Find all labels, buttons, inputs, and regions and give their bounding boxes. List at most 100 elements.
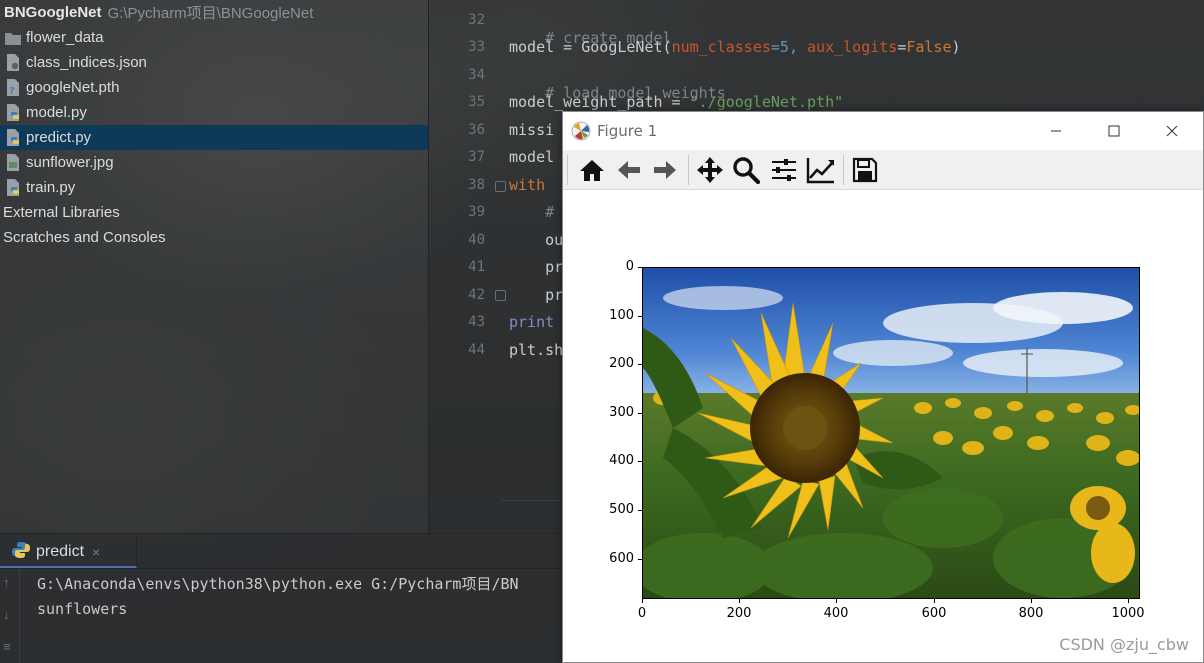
code-line-41[interactable]: pr [509,258,563,276]
close-window-button[interactable] [1143,112,1201,150]
tree-item-flower-data[interactable]: flower_data [0,25,428,50]
run-tab-predict[interactable]: predict × [0,538,137,568]
ytick-label: 100 [609,308,634,323]
ytick-mark [638,461,642,462]
project-path: G:\Pycharm项目\BNGoogleNet [107,5,314,22]
close-icon[interactable]: × [92,544,100,560]
code-text: model [509,148,555,166]
tree-item-label: class_indices.json [26,54,147,71]
code-line-33[interactable]: model = GoogLeNet(num_classes=5, aux_log… [509,38,961,56]
tree-item-class-indices[interactable]: class_indices.json [0,50,428,75]
code-line-42[interactable]: pr [509,286,563,304]
minimize-button[interactable] [1027,112,1085,150]
json-file-icon [4,54,22,72]
figure-titlebar[interactable]: Figure 1 [563,112,1203,150]
fold-marker-icon[interactable] [495,290,506,301]
ytick-label: 500 [609,502,634,517]
code-line-37[interactable]: model [509,148,554,166]
ytick-mark [638,316,642,317]
tree-item-sunflower-jpg[interactable]: sunflower.jpg [0,150,428,175]
pan-button[interactable] [693,153,727,187]
tree-item-scratches[interactable]: Scratches and Consoles [0,225,428,250]
line-number: 37 [468,149,485,165]
toolbar-separator [843,155,844,185]
line-number: 39 [468,204,485,220]
console-output-line: G:\Anaconda\envs\python38\python.exe G:/… [37,575,519,593]
figure-window[interactable]: Figure 1 0 100 200 300 400 500 600 0 200… [562,111,1204,663]
maximize-button[interactable] [1085,112,1143,150]
line-number: 32 [468,12,485,28]
line-number: 40 [468,232,485,248]
tree-item-train-py[interactable]: train.py [0,175,428,200]
run-sidebar: ↑ ↓ ≡ [0,569,20,663]
figure-toolbar [563,150,1203,190]
code-comment: # [509,203,555,221]
project-tool-window: BNGoogleNet G:\Pycharm项目\BNGoogleNet flo… [0,0,428,533]
fold-marker-icon[interactable] [495,181,506,192]
ytick-mark [638,267,642,268]
code-line-40[interactable]: ou [509,231,563,249]
xtick-label: 1000 [1111,606,1145,621]
code-line-38[interactable]: with [509,176,554,194]
maximize-icon [1108,125,1120,137]
ytick-mark [638,364,642,365]
toolbar-separator [688,155,689,185]
code-line-43[interactable]: print [509,313,554,331]
figure-canvas[interactable]: 0 100 200 300 400 500 600 0 200 400 600 … [563,190,1203,662]
python-file-icon [4,129,22,147]
tree-item-label: predict.py [26,129,92,146]
python-file-icon: ? [4,79,22,97]
code-builtin: print [509,313,555,331]
pan-icon [697,157,723,183]
arrow-up-icon[interactable]: ↑ [3,575,10,590]
python-file-icon [4,179,22,197]
ytick-label: 600 [609,551,634,566]
back-button[interactable] [612,153,646,187]
zoom-button[interactable] [729,153,763,187]
back-icon [618,161,640,179]
tree-item-label: Scratches and Consoles [3,229,166,246]
arrow-down-icon[interactable]: ↓ [3,607,10,622]
code-text: missi [509,121,555,139]
xtick-mark [1128,599,1129,603]
code-line-36[interactable]: missi [509,121,554,139]
line-number: 33 [468,39,485,55]
soft-wrap-icon[interactable]: ≡ [3,639,11,654]
code-text: ou [509,231,564,249]
code-line-44[interactable]: plt.sh [509,341,563,359]
code-keyword: with [509,176,555,194]
axes-image[interactable] [642,267,1140,599]
code-text: plt.sh [509,341,564,359]
code-line-35[interactable]: model_weight_path = "./googleNet.pth" [509,93,843,111]
matplotlib-icon [571,121,591,141]
figure-title: Figure 1 [597,122,658,140]
code-string: "./googleNet.pth" [689,93,844,111]
configure-subplots-button[interactable] [767,153,801,187]
edit-axis-icon [806,158,834,184]
xtick-label: 400 [823,606,849,621]
python-file-icon [4,104,22,122]
line-number: 41 [468,259,485,275]
save-icon [852,157,878,183]
tree-item-model-py[interactable]: model.py [0,100,428,125]
code-line-39[interactable]: # [509,203,554,221]
save-button[interactable] [848,153,882,187]
project-root-row[interactable]: BNGoogleNet G:\Pycharm项目\BNGoogleNet [0,0,428,25]
xtick-mark [1031,599,1032,603]
xtick-label: 600 [921,606,947,621]
xtick-mark [836,599,837,603]
close-icon [1166,125,1178,137]
home-button[interactable] [575,153,609,187]
console-output-line: sunflowers [37,600,128,618]
forward-button[interactable] [648,153,682,187]
xtick-label: 0 [637,606,647,621]
tree-item-external-libraries[interactable]: External Libraries [0,200,428,225]
edit-axis-button[interactable] [804,153,838,187]
line-number: 42 [468,287,485,303]
ytick-label: 200 [609,356,634,371]
tree-item-googlenet-pth[interactable]: ? googleNet.pth [0,75,428,100]
toolbar-separator [567,155,568,185]
code-text: pr [509,258,564,276]
code-text: pr [509,286,564,304]
tree-item-predict-py[interactable]: predict.py [0,125,428,150]
